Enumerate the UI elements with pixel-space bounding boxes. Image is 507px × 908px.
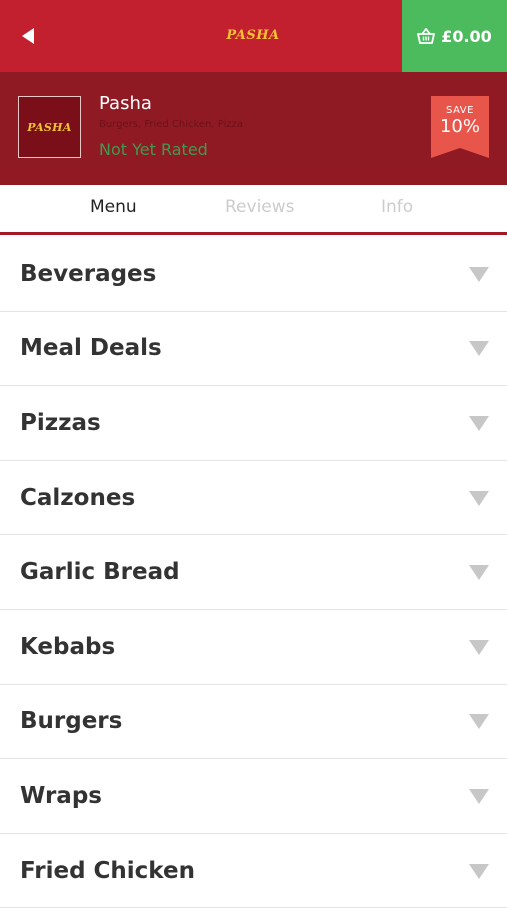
menu-category-row[interactable]: Kebabs xyxy=(0,609,507,685)
restaurant-name: Pasha xyxy=(99,93,152,114)
header-logo: PASHA xyxy=(226,28,280,43)
back-button[interactable] xyxy=(10,18,46,54)
chevron-down-icon xyxy=(469,863,489,879)
basket-button[interactable]: £0.00 xyxy=(402,0,507,72)
chevron-down-icon xyxy=(469,266,489,282)
menu-category-label: Wraps xyxy=(20,782,102,809)
tab-reviews[interactable]: Reviews xyxy=(225,197,295,217)
basket-total: £0.00 xyxy=(441,26,492,46)
chevron-down-icon xyxy=(469,639,489,655)
top-bar: PASHA £0.00 xyxy=(0,0,507,72)
chevron-down-icon xyxy=(469,565,489,581)
menu-category-row[interactable]: Calzones xyxy=(0,460,507,536)
menu-category-label: Pizzas xyxy=(20,409,101,436)
restaurant-rating: Not Yet Rated xyxy=(99,140,208,159)
menu-category-label: Garlic Bread xyxy=(20,559,180,586)
menu-category-list: Beverages Meal Deals Pizzas Calzones Garlic … xyxy=(0,237,507,908)
menu-category-label: Fried Chicken xyxy=(20,857,195,884)
save-badge: SAVE 10% xyxy=(431,96,489,158)
chevron-down-icon xyxy=(469,490,489,506)
menu-category-label: Burgers xyxy=(20,708,123,735)
chevron-down-icon xyxy=(469,714,489,730)
menu-category-row[interactable]: Beverages xyxy=(0,237,507,312)
menu-category-row[interactable]: Wraps xyxy=(0,759,507,834)
chevron-down-icon xyxy=(469,341,489,357)
menu-category-row[interactable]: Meal Deals xyxy=(0,311,507,387)
menu-category-row[interactable]: Fried Chicken xyxy=(0,833,507,908)
save-label: SAVE xyxy=(446,105,474,116)
menu-category-row[interactable]: Pizzas xyxy=(0,386,507,461)
restaurant-logo: PASHA xyxy=(18,96,81,158)
chevron-down-icon xyxy=(469,415,489,431)
save-value: 10% xyxy=(439,116,480,137)
menu-category-label: Beverages xyxy=(20,260,157,287)
menu-category-label: Calzones xyxy=(20,484,136,511)
back-arrow-icon xyxy=(22,28,34,44)
tab-bar: Menu Reviews Info xyxy=(0,185,507,235)
menu-category-label: Kebabs xyxy=(20,633,116,660)
tab-info[interactable]: Info xyxy=(381,197,413,217)
menu-category-row[interactable]: Burgers xyxy=(0,684,507,760)
menu-category-row[interactable]: Garlic Bread xyxy=(0,535,507,610)
basket-icon xyxy=(417,28,436,44)
chevron-down-icon xyxy=(469,788,489,804)
restaurant-cuisine: Burgers, Fried Chicken, Pizza xyxy=(99,119,243,130)
menu-category-label: Meal Deals xyxy=(20,335,162,362)
restaurant-logo-text: PASHA xyxy=(27,120,72,134)
tab-menu[interactable]: Menu xyxy=(90,197,137,217)
